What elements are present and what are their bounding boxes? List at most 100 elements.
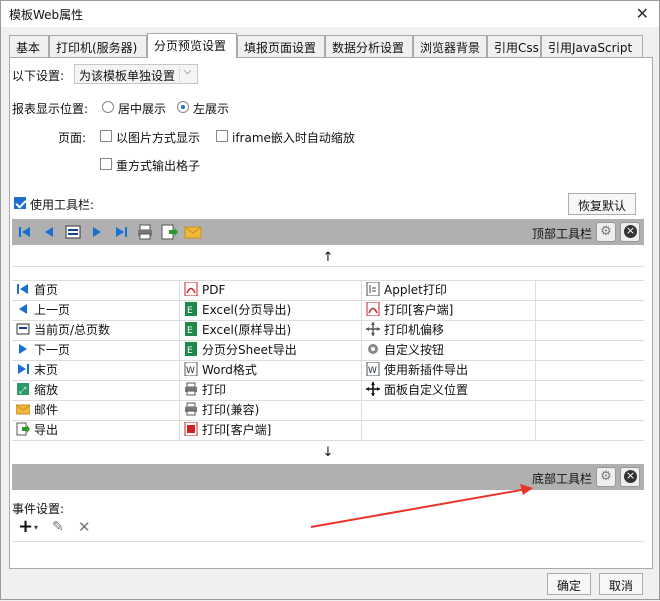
prev-page-icon	[16, 302, 30, 316]
list-item[interactable]: 当前页/总页数	[12, 321, 180, 341]
checkbox-use-toolbar[interactable]	[14, 197, 26, 209]
list-item[interactable]: 打印[客户端]	[362, 301, 536, 321]
list-item[interactable]: 打印[客户端]	[180, 421, 362, 441]
radio-left[interactable]	[177, 101, 189, 113]
list-item[interactable]: 首页	[12, 281, 180, 301]
chevron-down-icon[interactable]: ▾	[34, 523, 38, 532]
first-page-icon[interactable]	[16, 223, 34, 241]
export-icon[interactable]	[160, 223, 178, 241]
tab-basic[interactable]: 基本	[9, 35, 49, 57]
tab-fill-page[interactable]: 填报页面设置	[237, 35, 325, 57]
list-item-label: 上一页	[34, 303, 71, 317]
list-item-label: Excel(分页导出)	[202, 303, 292, 317]
grid-output-label: 重方式输出格子	[116, 159, 201, 173]
svg-text:W: W	[368, 366, 377, 376]
move-icon	[366, 322, 380, 336]
move-icon	[366, 382, 380, 396]
use-toolbar-label: 使用工具栏:	[30, 198, 95, 212]
settings-select-value: 为该模板单独设置	[79, 69, 176, 83]
restore-default-button[interactable]: 恢复默认	[568, 193, 636, 215]
svg-text:E: E	[187, 346, 193, 356]
list-item[interactable]: Applet打印	[362, 281, 536, 301]
move-down-arrow[interactable]: ↓	[12, 444, 644, 462]
gear-icon[interactable]: ⚙	[596, 222, 616, 242]
list-item[interactable]: PDF	[180, 281, 362, 301]
list-item[interactable]: 打印机偏移	[362, 321, 536, 341]
svg-text:⤢: ⤢	[18, 386, 26, 396]
events-panel: + ▾ ✎ ✕	[12, 513, 644, 563]
list-item[interactable]: W Word格式	[180, 361, 362, 381]
chevron-down-icon: ⌵	[179, 66, 195, 82]
list-item[interactable]: 打印(兼容)	[180, 401, 362, 421]
list-item-label: 自定义按钮	[384, 343, 445, 357]
prev-page-icon[interactable]	[40, 223, 58, 241]
tab-javascript[interactable]: 引用JavaScript	[541, 35, 643, 57]
list-item[interactable]: 邮件	[12, 401, 180, 421]
tab-printer-server[interactable]: 打印机(服务器)	[49, 35, 147, 57]
print-icon	[184, 402, 198, 416]
list-item-label: 分页分Sheet导出	[202, 343, 297, 357]
close-icon[interactable]	[620, 467, 640, 487]
next-page-icon	[16, 342, 30, 356]
checkbox-iframe-scale[interactable]	[216, 130, 228, 142]
list-item[interactable]: ⤢ 缩放	[12, 381, 180, 401]
top-toolbar: 顶部工具栏 ⚙	[12, 219, 644, 245]
client-print-icon	[366, 301, 380, 317]
tab-pagination-preview[interactable]: 分页预览设置	[147, 33, 237, 58]
tab-data-analysis[interactable]: 数据分析设置	[325, 35, 413, 57]
checkbox-grid-output[interactable]	[100, 158, 112, 170]
cancel-button[interactable]: 取消	[599, 573, 643, 595]
excel-icon: E	[184, 342, 198, 356]
list-item-label: Word格式	[202, 363, 257, 377]
svg-text:W: W	[186, 366, 195, 376]
edit-icon[interactable]: ✎	[52, 519, 64, 535]
list-item[interactable]: 下一页	[12, 341, 180, 361]
svg-text:E: E	[187, 326, 193, 336]
radio-center-label: 居中展示	[118, 102, 167, 116]
list-item[interactable]: E Excel(原样导出)	[180, 321, 362, 341]
close-icon[interactable]: ✕	[636, 4, 649, 23]
list-item[interactable]: E Excel(分页导出)	[180, 301, 362, 321]
list-item	[536, 341, 644, 361]
list-item	[536, 301, 644, 321]
list-item[interactable]: W 使用新插件导出	[362, 361, 536, 381]
list-item-label: 末页	[34, 363, 59, 377]
ok-button[interactable]: 确定	[547, 573, 591, 595]
add-icon[interactable]: +	[18, 518, 33, 536]
list-item[interactable]: 打印	[180, 381, 362, 401]
excel-icon: E	[184, 322, 198, 336]
last-page-icon[interactable]	[112, 223, 130, 241]
checkbox-image-display[interactable]	[100, 130, 112, 142]
email-icon[interactable]	[184, 223, 202, 241]
radio-center[interactable]	[102, 101, 114, 113]
client-print-icon	[184, 421, 198, 437]
list-item-label: 打印[客户端]	[202, 423, 272, 437]
delete-icon[interactable]: ✕	[78, 518, 91, 536]
print-icon[interactable]	[136, 223, 154, 241]
settings-panel: 以下设置: 为该模板单独设置 ⌵ 报表显示位置: 居中展示 左展示 页面: 以图…	[9, 57, 653, 569]
next-page-icon[interactable]	[88, 223, 106, 241]
list-item[interactable]: 上一页	[12, 301, 180, 321]
tab-css[interactable]: 引用Css	[487, 35, 541, 57]
list-item[interactable]: 自定义按钮	[362, 341, 536, 361]
list-item	[536, 401, 644, 421]
list-item-label: 首页	[34, 283, 59, 297]
gear-icon[interactable]: ⚙	[596, 467, 616, 487]
list-item-label: 打印(兼容)	[202, 403, 260, 417]
iframe-scale-label: iframe嵌入时自动缩放	[232, 131, 355, 145]
tab-browser-bg[interactable]: 浏览器背景	[413, 35, 487, 57]
list-item[interactable]: 导出	[12, 421, 180, 441]
list-item[interactable]: 面板自定义位置	[362, 381, 536, 401]
page-count-icon	[16, 322, 30, 336]
move-up-arrow[interactable]: ↑	[12, 249, 644, 267]
close-icon[interactable]	[620, 222, 640, 242]
list-item[interactable]: E 分页分Sheet导出	[180, 341, 362, 361]
page-label: 页面:	[58, 131, 87, 145]
excel-icon: E	[184, 302, 198, 316]
list-item	[536, 321, 644, 341]
settings-select[interactable]: 为该模板单独设置 ⌵	[74, 64, 198, 84]
page-count-icon[interactable]	[64, 223, 82, 241]
list-item-label: 邮件	[34, 403, 59, 417]
top-toolbar-label: 顶部工具栏	[531, 227, 592, 241]
list-item[interactable]: 末页	[12, 361, 180, 381]
